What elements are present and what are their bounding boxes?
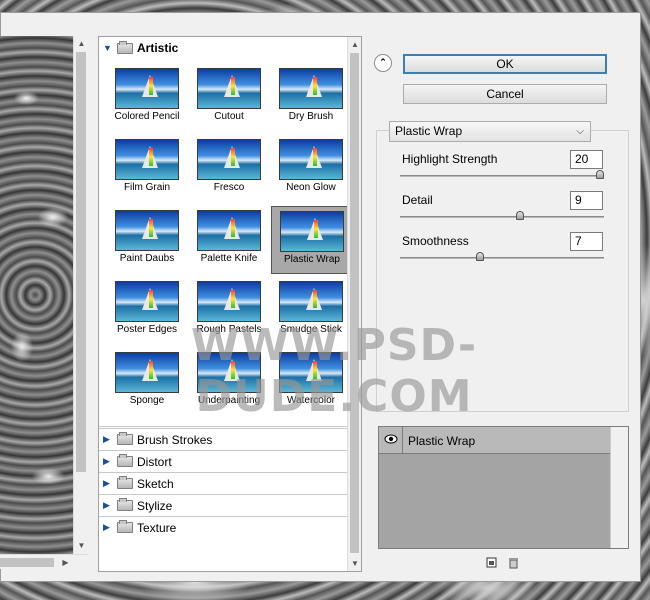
collapsed-triangle-icon: ▶ [103,434,110,444]
filter-thumbnail-label: Neon Glow [286,182,336,193]
watermark: WWW.PSD-DUDE.COM [190,320,478,422]
filter-thumbnail-label: Cutout [214,111,244,122]
filter-preview-image [279,139,343,180]
effect-layers-panel: Plastic Wrap [378,426,629,549]
collapsed-triangle-icon: ▶ [103,500,110,510]
folder-icon [117,40,133,54]
category-label: Texture [137,520,177,535]
cancel-button[interactable]: Cancel [403,84,607,104]
category-label: Sketch [137,476,174,491]
filter-thumbnail-label: Plastic Wrap [284,254,340,265]
scroll-up-arrow-icon[interactable]: ▲ [74,36,89,51]
category-collapsed[interactable]: ▶ Stylize [99,494,347,516]
category-collapsed[interactable]: ▶ Texture [99,516,347,538]
filter-preview-image [115,210,179,251]
param-value-field[interactable]: 20 [570,150,603,169]
ok-button[interactable]: OK [403,54,607,74]
category-label: Artistic [137,41,179,55]
scroll-down-arrow-icon[interactable]: ▼ [348,556,362,571]
param-label: Detail [402,193,433,207]
filter-thumbnail[interactable]: Dry Brush [271,64,351,132]
filter-preview-image [115,281,179,322]
new-layer-icon[interactable] [485,557,497,569]
scroll-right-arrow-icon[interactable]: ▶ [58,555,73,570]
effect-layer-label: Plastic Wrap [408,434,476,448]
filter-preview-image [197,139,261,180]
filter-thumbnail-label: Film Grain [123,182,171,193]
param-value-field[interactable]: 9 [570,191,603,210]
filter-thumbnail-label: Paint Daubs [119,253,175,264]
category-label: Stylize [137,498,173,513]
filter-preview-image [197,68,261,109]
filter-thumbnail-label: Colored Pencil [114,111,180,122]
folder-icon [117,432,133,445]
browser-vertical-scrollbar[interactable]: ▲ ▼ [347,37,361,571]
param-slider-knob[interactable] [596,170,604,179]
collapsed-triangle-icon: ▶ [103,522,110,532]
filter-preview-image [197,281,261,322]
filter-preview-image [280,211,344,252]
filter-preview-image [279,68,343,109]
filter-select-value: Plastic Wrap [395,124,463,138]
collapsed-triangle-icon: ▶ [103,456,110,466]
scroll-down-arrow-icon[interactable]: ▼ [74,538,89,553]
filter-thumbnail[interactable]: Colored Pencil [107,64,187,132]
filter-thumbnail[interactable]: Neon Glow [271,135,351,203]
filter-thumbnail[interactable]: Palette Knife [189,206,269,274]
eye-icon[interactable] [379,427,403,454]
filter-thumbnail[interactable]: Film Grain [107,135,187,203]
effect-layer-row[interactable]: Plastic Wrap [379,427,628,454]
collapsed-triangle-icon: ▶ [103,478,110,488]
scroll-thumb[interactable] [0,558,54,567]
folder-icon [117,476,133,489]
layers-scrollbar[interactable] [610,427,628,548]
scroll-thumb[interactable] [350,53,359,553]
param-slider-track[interactable] [400,257,604,259]
category-label: Distort [137,454,172,469]
param-slider-knob[interactable] [476,252,484,261]
filter-browser: ▼ Artistic Colored Pencil Cutout Dry Brush… [98,36,362,572]
category-collapsed[interactable]: ▶ Distort [99,450,347,472]
category-collapsed[interactable]: ▶ Brush Strokes [99,428,347,450]
param-label: Smoothness [402,234,469,248]
trash-icon[interactable] [507,557,519,569]
expanded-triangle-icon: ▼ [103,43,112,53]
filter-thumbnail[interactable]: Cutout [189,64,269,132]
scroll-up-arrow-icon[interactable]: ▲ [348,37,362,52]
filter-preview-image [115,68,179,109]
folder-icon [117,520,133,533]
param-slider-knob[interactable] [516,211,524,220]
filter-thumbnail-label: Fresco [213,182,245,193]
filter-thumbnail[interactable]: Fresco [189,135,269,203]
param-label: Highlight Strength [402,152,498,166]
param-slider-track[interactable] [400,175,604,177]
filter-preview-image [197,210,261,251]
preview-vertical-scrollbar[interactable]: ▲ ▼ [73,36,88,554]
folder-icon [117,454,133,467]
folder-icon [117,498,133,511]
filter-thumbnail-label: Palette Knife [200,253,258,264]
chevron-double-up-icon[interactable]: ⌃ [374,54,392,72]
chevron-down-icon: ⌵ [576,126,584,137]
filter-preview-image [115,139,179,180]
preview-horizontal-scrollbar[interactable]: ▶ [0,554,88,569]
category-artistic[interactable]: ▼ Artistic [99,37,347,59]
param-value-field[interactable]: 7 [570,232,603,251]
filter-thumbnail[interactable]: Plastic Wrap [271,206,351,274]
filter-thumbnail-label: Dry Brush [288,111,334,122]
filter-select[interactable]: Plastic Wrap ⌵ [389,121,591,142]
category-collapsed[interactable]: ▶ Sketch [99,472,347,494]
filter-thumbnail[interactable]: Paint Daubs [107,206,187,274]
filter-preview-image [279,281,343,322]
category-label: Brush Strokes [137,432,213,447]
param-slider-track[interactable] [400,216,604,218]
